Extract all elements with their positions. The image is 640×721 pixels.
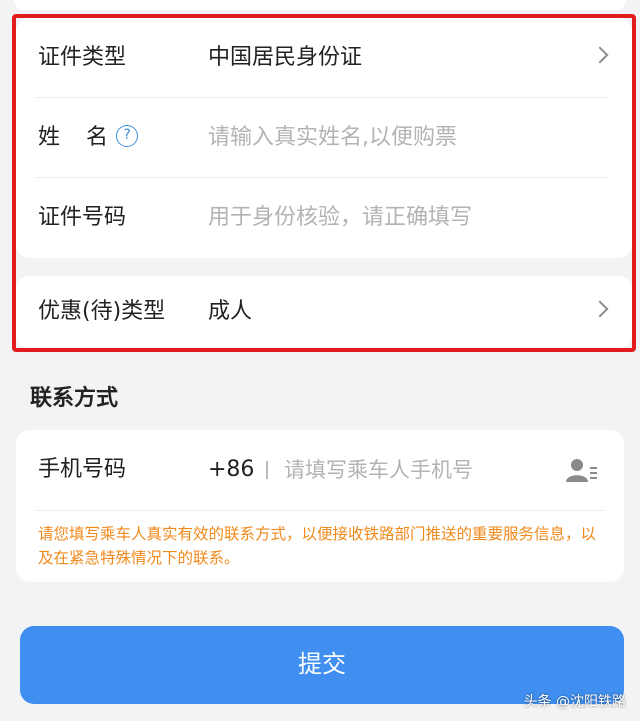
separator (266, 461, 268, 479)
phone-label: 手机号码 (38, 457, 127, 482)
contact-card: 手机号码 +86 请填写乘车人手机号 请您填写乘车人真实有效的联系方式，以便接收… (16, 430, 624, 582)
contact-notice: 请您填写乘车人真实有效的联系方式，以便接收铁路部门推送的重要服务信息，以及在紧急… (38, 525, 597, 567)
contact-book-icon[interactable] (566, 457, 598, 483)
watermark: 头条 @沈阳铁路 (523, 694, 626, 710)
phone-row: 手机号码 +86 请填写乘车人手机号 (16, 430, 624, 510)
country-code[interactable]: +86 (208, 430, 254, 510)
phone-input[interactable]: 请填写乘车人手机号 (284, 430, 473, 510)
previous-card (14, 0, 626, 10)
highlight-box (12, 14, 636, 352)
contact-section-title: 联系方式 (30, 386, 119, 411)
divider (36, 510, 604, 511)
